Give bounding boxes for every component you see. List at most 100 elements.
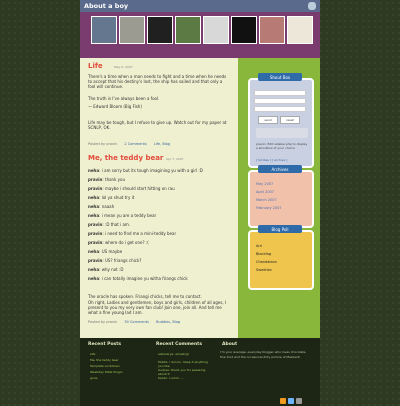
about-text: I'm your average, everyday blogger who l…: [220, 350, 307, 359]
recent-post[interactable]: Weekday Stats Plugin: [90, 370, 123, 374]
shout-url-input[interactable]: [254, 106, 306, 112]
chat-speaker: pravin: [88, 186, 103, 191]
chat-line: neha: i mean yu are a teddy bear: [88, 213, 228, 218]
chat-line: pravin: :D that i am.: [88, 222, 228, 227]
shoutbox: Shout Box send reset pravin: Edit sideba…: [248, 73, 314, 168]
photo-thumb[interactable]: [259, 16, 285, 44]
shoutbox-title: Shout Box: [258, 73, 302, 81]
comments-link[interactable]: 2 Comments: [124, 142, 146, 146]
poll-box: Blog Poll Arri Blackfog Chandaleon Sweet…: [248, 225, 314, 290]
chat-text: : :D that i am.: [102, 222, 131, 227]
chat-text: : i am sorry but its tough imagining yu …: [99, 168, 203, 173]
smiley-row: [256, 128, 308, 138]
reset-button[interactable]: reset: [280, 116, 300, 124]
rss-icon[interactable]: [280, 398, 286, 404]
post-date: Apr 7, 2007: [166, 157, 184, 161]
post-meta: Posted by pravin 2 Comments Life, Blog: [88, 142, 170, 146]
photo-thumb[interactable]: [147, 16, 173, 44]
shout-message-input[interactable]: [254, 98, 306, 104]
feed-icon[interactable]: [288, 398, 294, 404]
archive-link[interactable]: February 2007: [256, 206, 282, 210]
bear-icon: [308, 2, 316, 10]
chat-speaker: neha: [88, 213, 100, 218]
chat-line: neha: lol ya shud try it: [88, 195, 228, 200]
chat-text: : thank you: [102, 177, 126, 182]
post-teddy-bear: Me, the teddy bear Apr 7, 2007 neha: i a…: [88, 154, 238, 330]
recent-post[interactable]: Template Lockdown: [90, 364, 120, 368]
poll-option[interactable]: Chandaleon: [256, 260, 277, 264]
post-paragraph: — Edward Bloom (Big Fish): [88, 104, 142, 109]
chat-speaker: neha: [88, 267, 100, 272]
chat-text: : maybe i should start hitting on rau: [102, 186, 175, 191]
photo-thumb[interactable]: [231, 16, 257, 44]
post-paragraph: There's a time when a man needs to fight…: [88, 74, 227, 89]
posted-by: Posted by pravin: [88, 142, 118, 146]
poll-option[interactable]: Sweetiez: [256, 268, 272, 272]
post-paragraph: The truth is I've always been a fool.: [88, 96, 160, 101]
chat-speaker: neha: [88, 195, 100, 200]
chat-text: : US maybe: [99, 249, 123, 254]
chat-text: : why not :D: [99, 267, 124, 272]
recent-comment[interactable]: Kaolin: l-umm.....: [158, 376, 214, 380]
poll-option[interactable]: Arri: [256, 244, 262, 248]
post-date: May 6, 2007: [114, 65, 133, 69]
chat-speaker: pravin: [88, 177, 103, 182]
recent-comment[interactable]: Mukta: i dunno.. Keep it anything you li…: [158, 360, 214, 368]
post-title[interactable]: Me, the teddy bear: [88, 154, 163, 162]
category-link[interactable]: Life, Blog: [154, 142, 170, 146]
poll-title: Blog Poll: [258, 225, 302, 233]
posted-by: Posted by pravin: [88, 320, 118, 324]
chat-line: pravin: i need to find me a mini-teddy b…: [88, 231, 228, 236]
comments-link[interactable]: 30 Comments: [124, 320, 149, 324]
shout-links[interactable]: [ Smilies ] [ Archive ]: [256, 158, 287, 162]
chat-line: pravin: maybe i should start hitting on …: [88, 186, 228, 191]
chat-line: neha: naaah: [88, 204, 228, 209]
chat-speaker: pravin: [88, 258, 103, 263]
chat-speaker: pravin: [88, 222, 103, 227]
chat-speaker: neha: [88, 168, 100, 173]
post-paragraph: The oracle has spoken. Friangi chicks, t…: [88, 294, 202, 299]
archive-link[interactable]: April 2007: [256, 190, 274, 194]
send-button[interactable]: send: [258, 116, 278, 124]
blog-title[interactable]: About a boy: [84, 2, 128, 10]
post-title[interactable]: Life: [88, 62, 103, 70]
chat-text: : where do i get one? :(: [102, 240, 149, 245]
photo-thumb[interactable]: [119, 16, 145, 44]
chat-text: : naaah: [99, 204, 115, 209]
chat-line: pravin: where do i get one? :(: [88, 240, 228, 245]
photo-thumb[interactable]: [287, 16, 313, 44]
shout-name-input[interactable]: [254, 90, 306, 96]
post-paragraph: Oh right, Ladies and gentlemen, boys and…: [88, 300, 227, 315]
recent-post[interactable]: gone: [90, 376, 98, 380]
recent-posts-title: Recent Posts: [88, 342, 122, 347]
poll-option[interactable]: Blackfog: [256, 252, 271, 256]
chat-speaker: pravin: [88, 240, 103, 245]
chat-text: : i can totally imagine yu witha friangs…: [99, 276, 188, 281]
photo-thumb[interactable]: [175, 16, 201, 44]
photo-strip: [91, 16, 313, 44]
post-paragraph: Life may be tough, but I refuse to give …: [88, 120, 227, 130]
archives-title: Archives: [258, 165, 302, 173]
recent-post[interactable]: Life: [90, 352, 95, 356]
feed-icon[interactable]: [296, 398, 302, 404]
archive-link[interactable]: March 2007: [256, 198, 277, 202]
chat-speaker: neha: [88, 276, 100, 281]
about-title: About: [222, 342, 238, 347]
post-meta: Posted by pravin 30 Comments Buddies, Bl…: [88, 320, 180, 324]
shout-note: pravin: Edit sidebar.php to display a sh…: [256, 142, 308, 150]
chat-line: neha: US maybe: [88, 249, 228, 254]
recent-post[interactable]: Me, the teddy bear: [90, 358, 119, 362]
chat-text: : lol ya shud try it: [99, 195, 135, 200]
archive-link[interactable]: May 2007: [256, 182, 273, 186]
main: Life May 6, 2007 There's a time when a m…: [80, 58, 320, 338]
photo-thumb[interactable]: [91, 16, 117, 44]
sidebar: Shout Box send reset pravin: Edit sideba…: [238, 58, 320, 338]
category-link[interactable]: Buddies, Blog: [156, 320, 180, 324]
recent-comment[interactable]: aishwarya: amazing!: [158, 352, 214, 356]
photo-thumb[interactable]: [203, 16, 229, 44]
feed-icons[interactable]: [280, 398, 316, 404]
recent-comment[interactable]: Kudosa: thank you for speaking about it: [158, 368, 214, 376]
post-life: Life May 6, 2007 There's a time when a m…: [88, 62, 238, 150]
archives-box: Archives May 2007 April 2007 March 2007 …: [248, 165, 314, 228]
content: Life May 6, 2007 There's a time when a m…: [88, 58, 238, 338]
